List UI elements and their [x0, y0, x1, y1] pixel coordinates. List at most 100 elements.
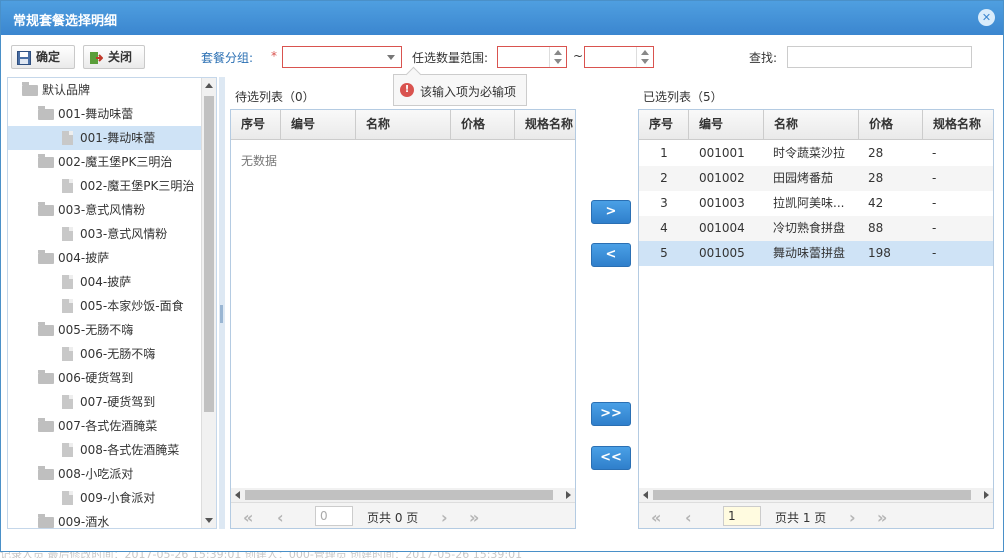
required-mark: *: [271, 49, 277, 63]
col-header[interactable]: 序号: [231, 110, 281, 139]
cell-price: 28: [868, 146, 884, 160]
tree-node[interactable]: 008-小吃派对: [8, 462, 204, 486]
tree-node[interactable]: 006-无肠不嗨: [8, 342, 204, 366]
search-label: 查找:: [749, 51, 778, 65]
col-header[interactable]: 名称: [356, 110, 451, 139]
col-header[interactable]: 规格名称: [515, 110, 575, 139]
group-label: 套餐分组:: [201, 51, 254, 65]
file-icon: [62, 131, 73, 145]
col-header[interactable]: 编号: [281, 110, 356, 139]
col-header[interactable]: 价格: [859, 110, 923, 139]
folder-icon: [38, 106, 54, 120]
tree-node-label: 009-小食派对: [80, 491, 156, 505]
folder-icon: [38, 514, 54, 528]
tree-node[interactable]: 006-硬货驾到: [8, 366, 204, 390]
tree-node[interactable]: 002-魔王堡PK三明治: [8, 174, 204, 198]
add-all-button[interactable]: >>: [591, 402, 631, 426]
remove-all-button[interactable]: <<: [591, 446, 631, 470]
confirm-button[interactable]: 确定: [11, 45, 75, 69]
horizontal-scrollbar[interactable]: [639, 488, 993, 502]
tree-node[interactable]: 001-舞动味蕾: [8, 102, 204, 126]
prev-page-button[interactable]: ‹: [685, 508, 692, 527]
tree-node[interactable]: 001-舞动味蕾: [8, 126, 204, 150]
file-icon: [62, 227, 73, 241]
add-selected-button[interactable]: >: [591, 200, 631, 224]
tree-node[interactable]: 004-披萨: [8, 270, 204, 294]
tree-node[interactable]: 007-各式佐酒腌菜: [8, 414, 204, 438]
range-min-stepper[interactable]: [497, 46, 567, 68]
prev-page-button[interactable]: ‹: [277, 508, 284, 527]
last-page-button[interactable]: »: [469, 508, 479, 527]
search-input[interactable]: [787, 46, 972, 68]
tree-node-label: 008-各式佐酒腌菜: [80, 443, 180, 457]
horizontal-scrollbar[interactable]: [231, 488, 575, 502]
stepper-arrows[interactable]: [549, 47, 566, 67]
remove-selected-button[interactable]: <: [591, 243, 631, 267]
stepper-arrows[interactable]: [636, 47, 653, 67]
page-total-text: 页共 0 页: [367, 511, 419, 525]
folder-icon: [38, 322, 54, 336]
group-select[interactable]: [282, 46, 402, 68]
cell-spec: -: [932, 171, 937, 185]
cell-code: 001004: [699, 221, 745, 235]
tree-node-label: 003-意式风情粉: [80, 227, 168, 241]
tree-node[interactable]: 002-魔王堡PK三明治: [8, 150, 204, 174]
page-input[interactable]: 1: [723, 506, 761, 526]
last-page-button[interactable]: »: [877, 508, 887, 527]
tree-node[interactable]: 009-小食派对: [8, 486, 204, 510]
tree-node[interactable]: 003-意式风情粉: [8, 198, 204, 222]
cell-no: 3: [660, 196, 668, 210]
tree-node[interactable]: 003-意式风情粉: [8, 222, 204, 246]
table-row[interactable]: 4 001004 冷切熟食拼盘 88 -: [639, 216, 993, 241]
file-icon: [62, 299, 73, 313]
tree-node[interactable]: 007-硬货驾到: [8, 390, 204, 414]
tree-node[interactable]: 005-本家炒饭-面食: [8, 294, 204, 318]
tree-node[interactable]: 005-无肠不嗨: [8, 318, 204, 342]
first-page-button[interactable]: «: [651, 508, 661, 527]
tree-node[interactable]: 009-酒水: [8, 510, 204, 528]
category-tree: 默认品牌 001-舞动味蕾 001-舞动味蕾 002-魔王堡PK三明治 002-魔王堡P…: [7, 77, 217, 529]
cell-price: 28: [868, 171, 884, 185]
tree-node[interactable]: 004-披萨: [8, 246, 204, 270]
tree-node-label: 003-意式风情粉: [58, 203, 146, 217]
save-icon: [17, 50, 31, 65]
tree-node-label: 006-硬货驾到: [58, 371, 134, 385]
confirm-label: 确定: [36, 50, 61, 64]
tree-node-label: 008-小吃派对: [58, 467, 134, 481]
cell-price: 198: [868, 246, 891, 260]
col-header[interactable]: 名称: [764, 110, 859, 139]
file-icon: [62, 491, 73, 505]
tree-node[interactable]: 默认品牌: [8, 78, 204, 102]
page-input[interactable]: 0: [315, 506, 353, 526]
tree-node[interactable]: 008-各式佐酒腌菜: [8, 438, 204, 462]
grid-header: 序号 编号 名称 价格 规格名称: [639, 110, 993, 140]
toolbar: 确定 关闭 套餐分组: * 任选数量范围: ~ 查找:: [1, 37, 1003, 75]
grid-header: 序号 编号 名称 价格 规格名称: [231, 110, 575, 140]
cell-code: 001003: [699, 196, 745, 210]
table-row[interactable]: 2 001002 田园烤番茄 28 -: [639, 166, 993, 191]
close-icon[interactable]: ✕: [978, 9, 995, 26]
table-row[interactable]: 5 001005 舞动味蕾拼盘 198 -: [639, 241, 993, 266]
close-button[interactable]: 关闭: [83, 45, 145, 69]
tree-node-label: 默认品牌: [42, 83, 91, 97]
col-header[interactable]: 规格名称: [923, 110, 993, 139]
first-page-button[interactable]: «: [243, 508, 253, 527]
cell-no: 2: [660, 171, 668, 185]
folder-icon: [38, 370, 54, 384]
page-total-text: 页共 1 页: [775, 511, 827, 525]
tree-scrollbar[interactable]: [201, 78, 216, 528]
col-header[interactable]: 编号: [689, 110, 764, 139]
next-page-button[interactable]: ›: [849, 508, 856, 527]
tree-node-label: 005-无肠不嗨: [58, 323, 134, 337]
error-icon: !: [400, 83, 414, 97]
cell-no: 1: [660, 146, 668, 160]
splitter-handle[interactable]: [219, 77, 225, 529]
col-header[interactable]: 序号: [639, 110, 689, 139]
cell-name: 时令蔬菜沙拉: [773, 146, 846, 160]
next-page-button[interactable]: ›: [441, 508, 448, 527]
range-max-stepper[interactable]: [584, 46, 654, 68]
empty-text: 无数据: [241, 154, 278, 168]
table-row[interactable]: 1 001001 时令蔬菜沙拉 28 -: [639, 141, 993, 166]
table-row[interactable]: 3 001003 拉凯阿美味... 42 -: [639, 191, 993, 216]
col-header[interactable]: 价格: [451, 110, 515, 139]
